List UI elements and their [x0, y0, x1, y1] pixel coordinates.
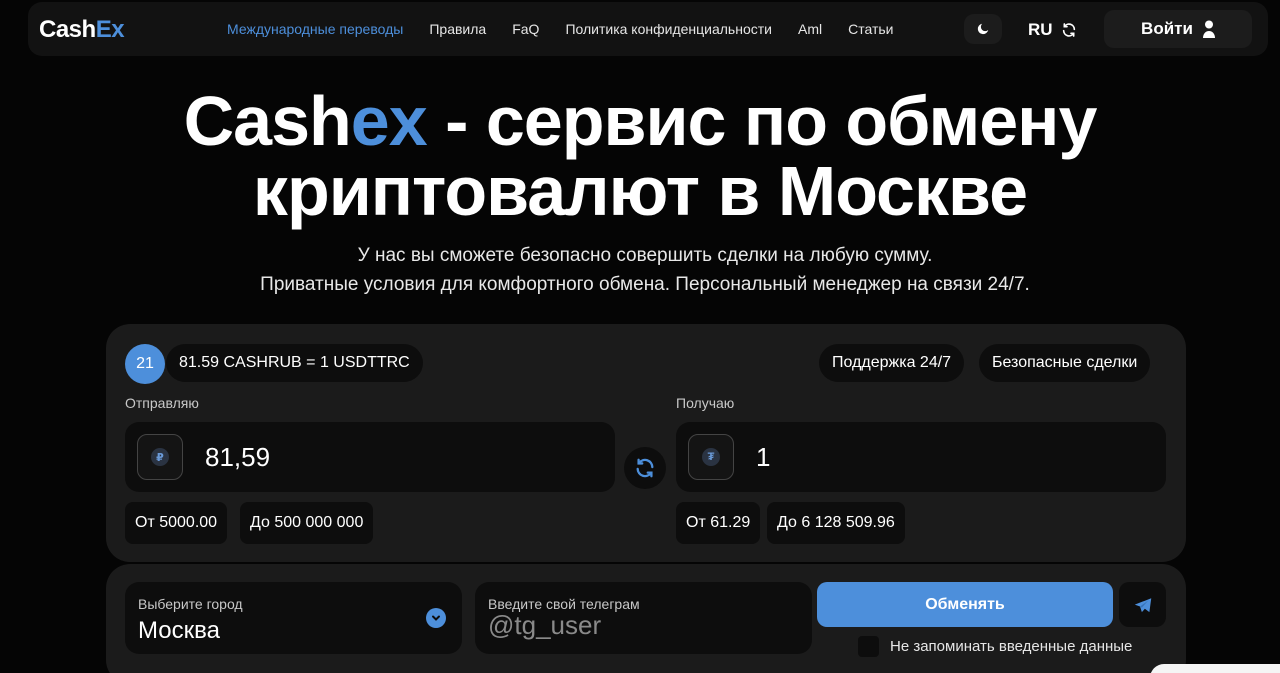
- telegram-button[interactable]: [1119, 582, 1166, 627]
- exchange-rate: 81.59 CASHRUB = 1 USDTTRC: [166, 344, 423, 382]
- top-navbar: CashEx Международные переводы Правила Fa…: [28, 2, 1268, 56]
- receive-max-limit: До 6 128 509.96: [767, 502, 905, 544]
- hero-subtitle: У нас вы сможете безопасно совершить сде…: [260, 245, 1030, 295]
- ruble-icon: ₽: [151, 448, 169, 466]
- telegram-field[interactable]: Введите свой телеграм: [475, 582, 812, 654]
- send-label: Отправляю: [125, 395, 199, 411]
- remember-label: Не запоминать введенные данные: [890, 638, 1133, 655]
- receive-label: Получаю: [676, 395, 735, 411]
- city-label: Выберите город: [138, 596, 243, 612]
- hero-title: Cashex - сервис по обмену криптовалют в …: [183, 82, 1098, 230]
- logo[interactable]: CashEx: [39, 16, 125, 44]
- city-value: Москва: [138, 617, 220, 644]
- telegram-input[interactable]: [488, 610, 788, 641]
- user-icon: [1202, 20, 1215, 38]
- theme-toggle-button[interactable]: [964, 14, 1002, 44]
- send-amount-field[interactable]: ₽ 81,59: [125, 422, 615, 492]
- remember-checkbox[interactable]: [858, 636, 879, 657]
- send-amount: 81,59: [205, 442, 271, 472]
- nav-link-rules[interactable]: Правила: [429, 21, 486, 37]
- send-currency-selector[interactable]: ₽: [137, 434, 183, 480]
- nav-link-international-transfers[interactable]: Международные переводы: [227, 21, 403, 37]
- nav-link-aml[interactable]: Aml: [798, 21, 822, 37]
- receive-currency-selector[interactable]: ₮: [688, 434, 734, 480]
- login-button[interactable]: Войти: [1104, 10, 1252, 48]
- moon-icon: [977, 23, 989, 35]
- receive-amount: 1: [756, 442, 771, 472]
- send-min-limit: От 5000.00: [125, 502, 228, 544]
- telegram-icon: [1134, 597, 1151, 612]
- tag-support: Поддержка 24/7: [819, 344, 965, 382]
- exchange-submit-button[interactable]: Обменять: [817, 582, 1113, 627]
- receive-min-limit: От 61.29: [676, 502, 761, 544]
- swap-button[interactable]: [624, 447, 666, 489]
- rate-timer: 21: [125, 344, 165, 384]
- remember-toggle[interactable]: Не запоминать введенные данные: [858, 636, 1132, 657]
- page-corner: [1150, 664, 1280, 673]
- swap-icon: [636, 458, 654, 478]
- send-max-limit: До 500 000 000: [240, 502, 374, 544]
- receive-amount-field[interactable]: ₮ 1: [676, 422, 1166, 492]
- chevron-down-icon: [426, 608, 446, 628]
- nav-link-privacy-policy[interactable]: Политика конфиденциальности: [565, 21, 772, 37]
- main-menu: Международные переводы Правила FaQ Полит…: [227, 21, 893, 37]
- city-select[interactable]: Выберите город Москва: [125, 582, 462, 654]
- language-switcher[interactable]: RU: [1028, 20, 1077, 40]
- login-label: Войти: [1141, 19, 1193, 38]
- nav-link-faq[interactable]: FaQ: [512, 21, 539, 37]
- tether-icon: ₮: [702, 448, 720, 466]
- tag-secure-deals: Безопасные сделки: [979, 344, 1151, 382]
- refresh-icon: [1062, 23, 1075, 37]
- nav-link-articles[interactable]: Статьи: [848, 21, 893, 37]
- language-label: RU: [1028, 20, 1053, 39]
